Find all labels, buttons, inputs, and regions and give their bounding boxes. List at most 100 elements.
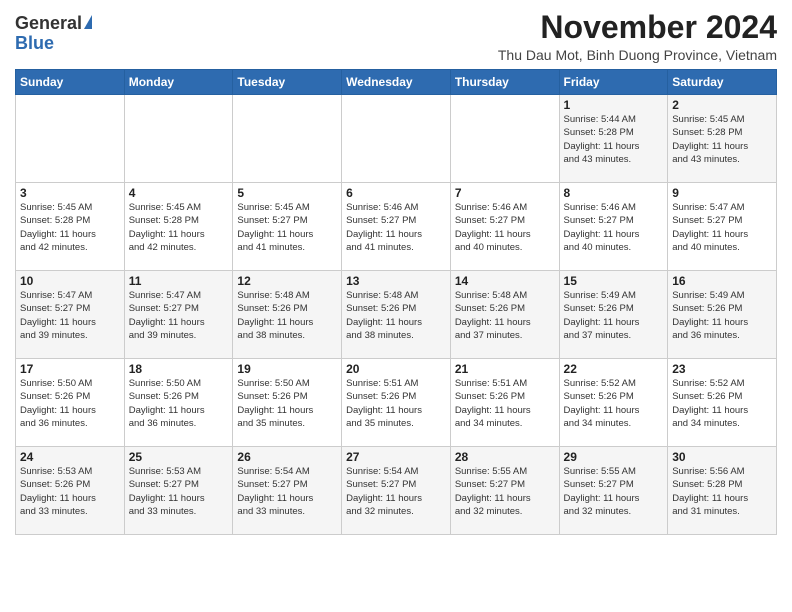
day-number: 18 <box>129 362 229 376</box>
day-info: Sunrise: 5:45 AM Sunset: 5:28 PM Dayligh… <box>672 113 772 166</box>
day-number: 28 <box>455 450 555 464</box>
calendar-cell <box>16 95 125 183</box>
page-header: General Blue November 2024 Thu Dau Mot, … <box>15 10 777 63</box>
calendar-cell: 1Sunrise: 5:44 AM Sunset: 5:28 PM Daylig… <box>559 95 668 183</box>
calendar-cell: 18Sunrise: 5:50 AM Sunset: 5:26 PM Dayli… <box>124 359 233 447</box>
month-title: November 2024 <box>498 10 777 45</box>
day-info: Sunrise: 5:49 AM Sunset: 5:26 PM Dayligh… <box>564 289 664 342</box>
day-number: 30 <box>672 450 772 464</box>
day-of-week-header: Friday <box>559 70 668 95</box>
day-info: Sunrise: 5:47 AM Sunset: 5:27 PM Dayligh… <box>672 201 772 254</box>
day-info: Sunrise: 5:50 AM Sunset: 5:26 PM Dayligh… <box>237 377 337 430</box>
day-info: Sunrise: 5:44 AM Sunset: 5:28 PM Dayligh… <box>564 113 664 166</box>
calendar-cell: 16Sunrise: 5:49 AM Sunset: 5:26 PM Dayli… <box>668 271 777 359</box>
calendar-cell: 22Sunrise: 5:52 AM Sunset: 5:26 PM Dayli… <box>559 359 668 447</box>
day-number: 19 <box>237 362 337 376</box>
day-info: Sunrise: 5:46 AM Sunset: 5:27 PM Dayligh… <box>455 201 555 254</box>
calendar-cell: 24Sunrise: 5:53 AM Sunset: 5:26 PM Dayli… <box>16 447 125 535</box>
calendar-cell: 6Sunrise: 5:46 AM Sunset: 5:27 PM Daylig… <box>342 183 451 271</box>
day-info: Sunrise: 5:47 AM Sunset: 5:27 PM Dayligh… <box>20 289 120 342</box>
day-info: Sunrise: 5:51 AM Sunset: 5:26 PM Dayligh… <box>346 377 446 430</box>
day-info: Sunrise: 5:51 AM Sunset: 5:26 PM Dayligh… <box>455 377 555 430</box>
calendar-cell: 17Sunrise: 5:50 AM Sunset: 5:26 PM Dayli… <box>16 359 125 447</box>
day-number: 24 <box>20 450 120 464</box>
day-info: Sunrise: 5:50 AM Sunset: 5:26 PM Dayligh… <box>20 377 120 430</box>
location-subtitle: Thu Dau Mot, Binh Duong Province, Vietna… <box>498 47 777 63</box>
day-number: 26 <box>237 450 337 464</box>
calendar-cell: 30Sunrise: 5:56 AM Sunset: 5:28 PM Dayli… <box>668 447 777 535</box>
logo-general-text: General <box>15 14 82 34</box>
day-number: 23 <box>672 362 772 376</box>
day-number: 14 <box>455 274 555 288</box>
day-number: 3 <box>20 186 120 200</box>
day-number: 8 <box>564 186 664 200</box>
day-info: Sunrise: 5:45 AM Sunset: 5:28 PM Dayligh… <box>20 201 120 254</box>
day-of-week-header: Saturday <box>668 70 777 95</box>
day-number: 21 <box>455 362 555 376</box>
calendar-cell: 26Sunrise: 5:54 AM Sunset: 5:27 PM Dayli… <box>233 447 342 535</box>
day-number: 22 <box>564 362 664 376</box>
day-number: 25 <box>129 450 229 464</box>
calendar-cell: 10Sunrise: 5:47 AM Sunset: 5:27 PM Dayli… <box>16 271 125 359</box>
day-number: 16 <box>672 274 772 288</box>
day-number: 5 <box>237 186 337 200</box>
day-number: 15 <box>564 274 664 288</box>
day-number: 27 <box>346 450 446 464</box>
day-number: 29 <box>564 450 664 464</box>
calendar-header: SundayMondayTuesdayWednesdayThursdayFrid… <box>16 70 777 95</box>
calendar-cell: 3Sunrise: 5:45 AM Sunset: 5:28 PM Daylig… <box>16 183 125 271</box>
day-number: 11 <box>129 274 229 288</box>
day-info: Sunrise: 5:53 AM Sunset: 5:27 PM Dayligh… <box>129 465 229 518</box>
day-number: 1 <box>564 98 664 112</box>
calendar-cell <box>124 95 233 183</box>
day-info: Sunrise: 5:50 AM Sunset: 5:26 PM Dayligh… <box>129 377 229 430</box>
calendar-cell: 27Sunrise: 5:54 AM Sunset: 5:27 PM Dayli… <box>342 447 451 535</box>
calendar-table: SundayMondayTuesdayWednesdayThursdayFrid… <box>15 69 777 535</box>
calendar-cell: 11Sunrise: 5:47 AM Sunset: 5:27 PM Dayli… <box>124 271 233 359</box>
day-info: Sunrise: 5:55 AM Sunset: 5:27 PM Dayligh… <box>564 465 664 518</box>
day-of-week-header: Monday <box>124 70 233 95</box>
day-info: Sunrise: 5:46 AM Sunset: 5:27 PM Dayligh… <box>564 201 664 254</box>
day-number: 4 <box>129 186 229 200</box>
day-of-week-header: Tuesday <box>233 70 342 95</box>
calendar-cell: 23Sunrise: 5:52 AM Sunset: 5:26 PM Dayli… <box>668 359 777 447</box>
day-info: Sunrise: 5:54 AM Sunset: 5:27 PM Dayligh… <box>237 465 337 518</box>
day-number: 17 <box>20 362 120 376</box>
day-number: 12 <box>237 274 337 288</box>
day-info: Sunrise: 5:48 AM Sunset: 5:26 PM Dayligh… <box>237 289 337 342</box>
calendar-cell: 28Sunrise: 5:55 AM Sunset: 5:27 PM Dayli… <box>450 447 559 535</box>
calendar-cell: 19Sunrise: 5:50 AM Sunset: 5:26 PM Dayli… <box>233 359 342 447</box>
day-of-week-header: Wednesday <box>342 70 451 95</box>
day-info: Sunrise: 5:47 AM Sunset: 5:27 PM Dayligh… <box>129 289 229 342</box>
calendar-cell: 15Sunrise: 5:49 AM Sunset: 5:26 PM Dayli… <box>559 271 668 359</box>
day-number: 6 <box>346 186 446 200</box>
day-number: 10 <box>20 274 120 288</box>
calendar-cell <box>450 95 559 183</box>
calendar-cell: 7Sunrise: 5:46 AM Sunset: 5:27 PM Daylig… <box>450 183 559 271</box>
calendar-cell: 21Sunrise: 5:51 AM Sunset: 5:26 PM Dayli… <box>450 359 559 447</box>
day-of-week-header: Thursday <box>450 70 559 95</box>
logo-blue-text: Blue <box>15 34 54 54</box>
day-of-week-header: Sunday <box>16 70 125 95</box>
day-info: Sunrise: 5:53 AM Sunset: 5:26 PM Dayligh… <box>20 465 120 518</box>
calendar-cell <box>233 95 342 183</box>
calendar-cell: 20Sunrise: 5:51 AM Sunset: 5:26 PM Dayli… <box>342 359 451 447</box>
calendar-cell <box>342 95 451 183</box>
calendar-cell: 8Sunrise: 5:46 AM Sunset: 5:27 PM Daylig… <box>559 183 668 271</box>
day-number: 9 <box>672 186 772 200</box>
day-info: Sunrise: 5:49 AM Sunset: 5:26 PM Dayligh… <box>672 289 772 342</box>
day-info: Sunrise: 5:48 AM Sunset: 5:26 PM Dayligh… <box>455 289 555 342</box>
calendar-cell: 5Sunrise: 5:45 AM Sunset: 5:27 PM Daylig… <box>233 183 342 271</box>
calendar-cell: 9Sunrise: 5:47 AM Sunset: 5:27 PM Daylig… <box>668 183 777 271</box>
day-info: Sunrise: 5:45 AM Sunset: 5:28 PM Dayligh… <box>129 201 229 254</box>
day-number: 20 <box>346 362 446 376</box>
day-info: Sunrise: 5:52 AM Sunset: 5:26 PM Dayligh… <box>564 377 664 430</box>
logo-icon <box>84 15 92 29</box>
logo: General Blue <box>15 10 92 54</box>
day-info: Sunrise: 5:45 AM Sunset: 5:27 PM Dayligh… <box>237 201 337 254</box>
day-number: 2 <box>672 98 772 112</box>
day-number: 7 <box>455 186 555 200</box>
day-info: Sunrise: 5:54 AM Sunset: 5:27 PM Dayligh… <box>346 465 446 518</box>
day-number: 13 <box>346 274 446 288</box>
calendar-cell: 4Sunrise: 5:45 AM Sunset: 5:28 PM Daylig… <box>124 183 233 271</box>
